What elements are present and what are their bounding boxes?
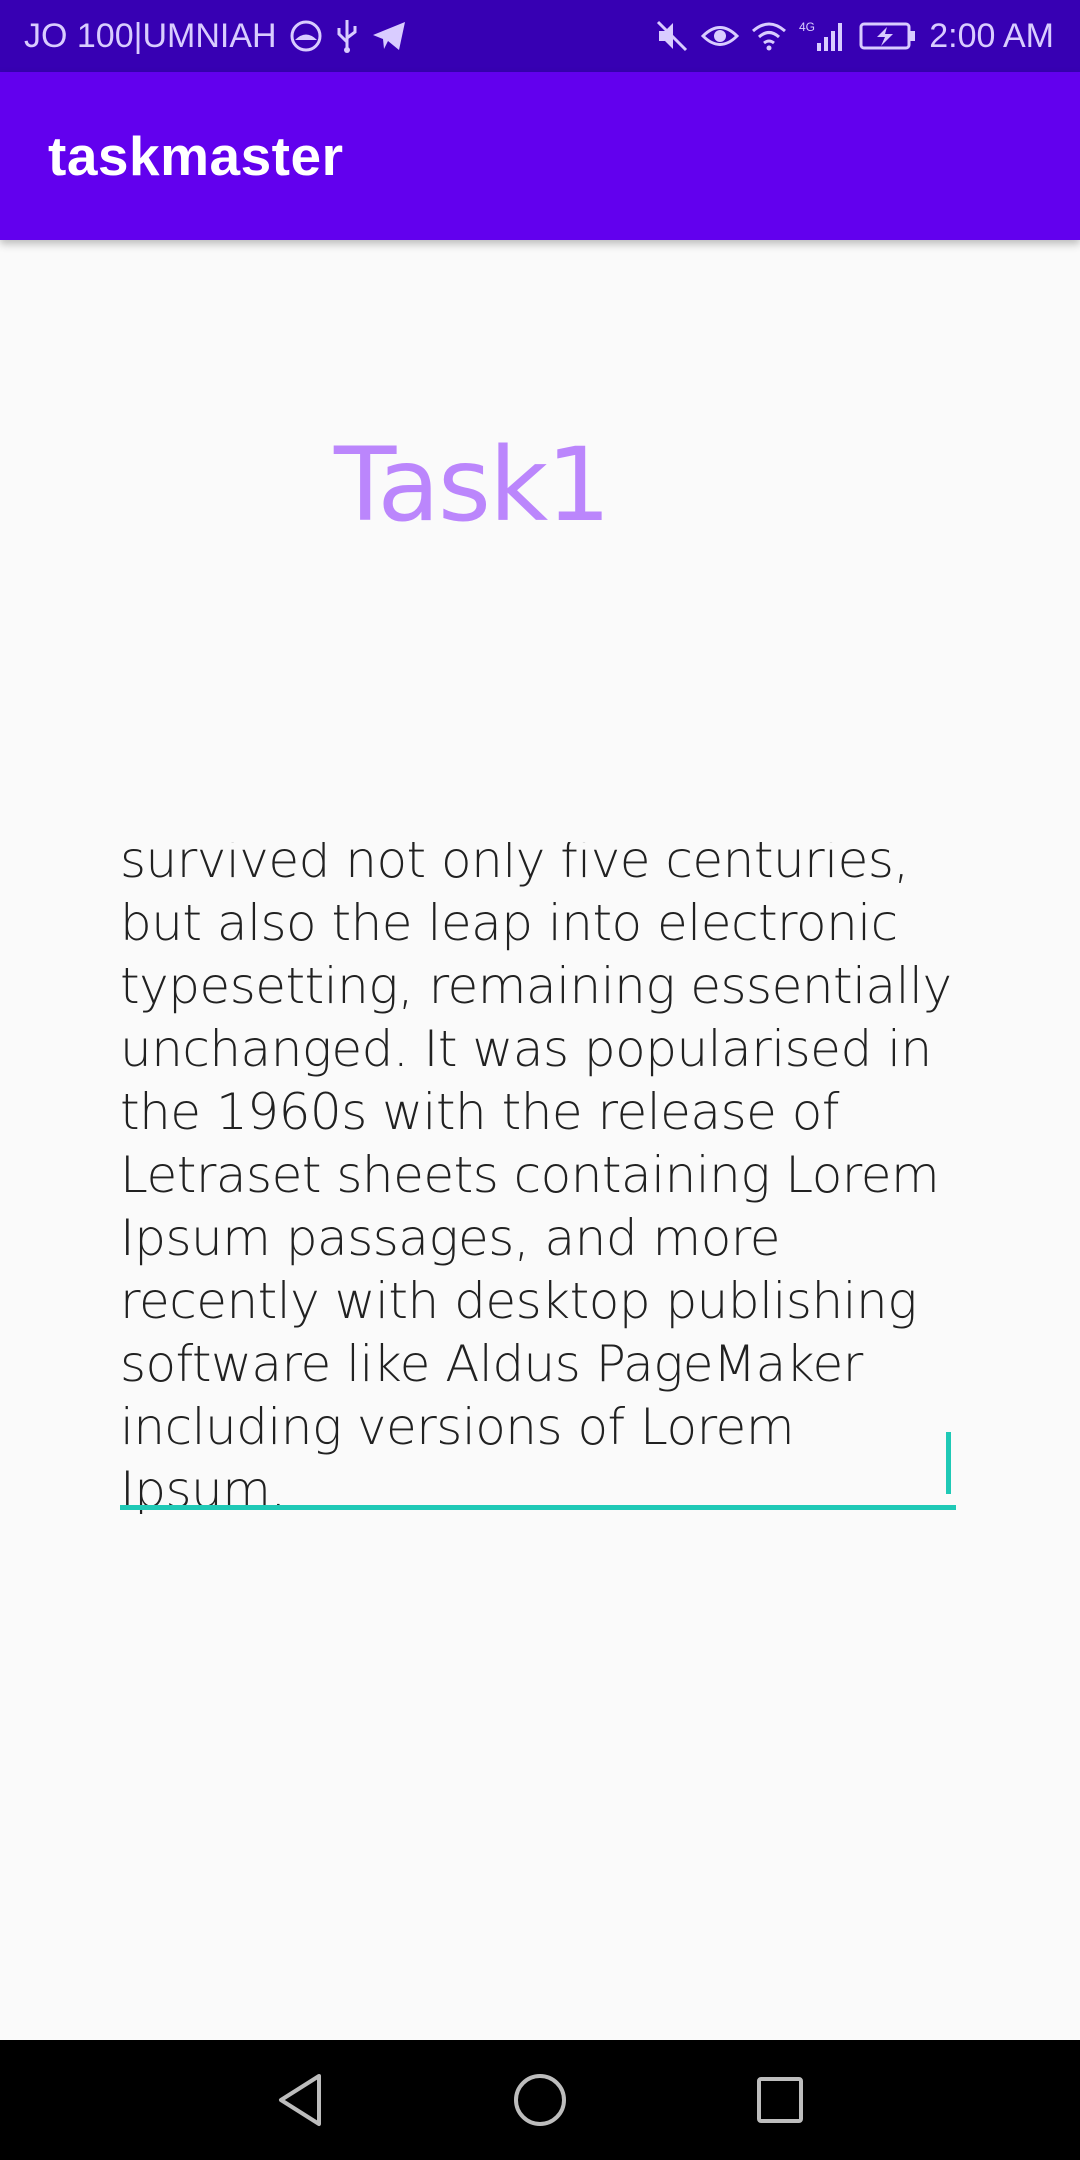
usb-icon xyxy=(335,18,359,54)
navigation-bar xyxy=(0,2040,1080,2160)
mute-icon xyxy=(655,19,689,53)
status-bar-left: JO 100|UMNIAH xyxy=(24,17,407,56)
battery-charging-icon xyxy=(859,21,917,51)
task-title: Task1 xyxy=(334,426,611,545)
network-type-label: 4G xyxy=(799,20,815,34)
clock-label: 2:00 AM xyxy=(929,16,1054,55)
signal-icon: 4G xyxy=(799,19,847,53)
vpn-globe-icon xyxy=(289,19,323,53)
recents-button[interactable] xyxy=(700,2040,860,2160)
status-bar: JO 100|UMNIAH 4G 2:00 AM xyxy=(0,0,1080,72)
home-icon xyxy=(512,2072,568,2128)
text-field-underline xyxy=(120,1505,956,1510)
app-title: taskmaster xyxy=(48,125,344,187)
wifi-icon xyxy=(751,21,787,51)
task-body-field[interactable]: typespecimen book. It has survived not o… xyxy=(120,842,958,1514)
carrier-label: JO 100|UMNIAH xyxy=(24,16,277,55)
back-icon xyxy=(275,2072,325,2128)
telegram-icon xyxy=(371,20,407,52)
status-bar-right: 4G 2:00 AM xyxy=(655,17,1054,56)
text-cursor xyxy=(946,1432,951,1494)
app-bar: taskmaster xyxy=(0,72,1080,240)
home-button[interactable] xyxy=(460,2040,620,2160)
back-button[interactable] xyxy=(220,2040,380,2160)
task-body-text[interactable]: typespecimen book. It has survived not o… xyxy=(120,842,958,1514)
recents-icon xyxy=(756,2076,804,2124)
eye-comfort-icon xyxy=(701,21,740,51)
